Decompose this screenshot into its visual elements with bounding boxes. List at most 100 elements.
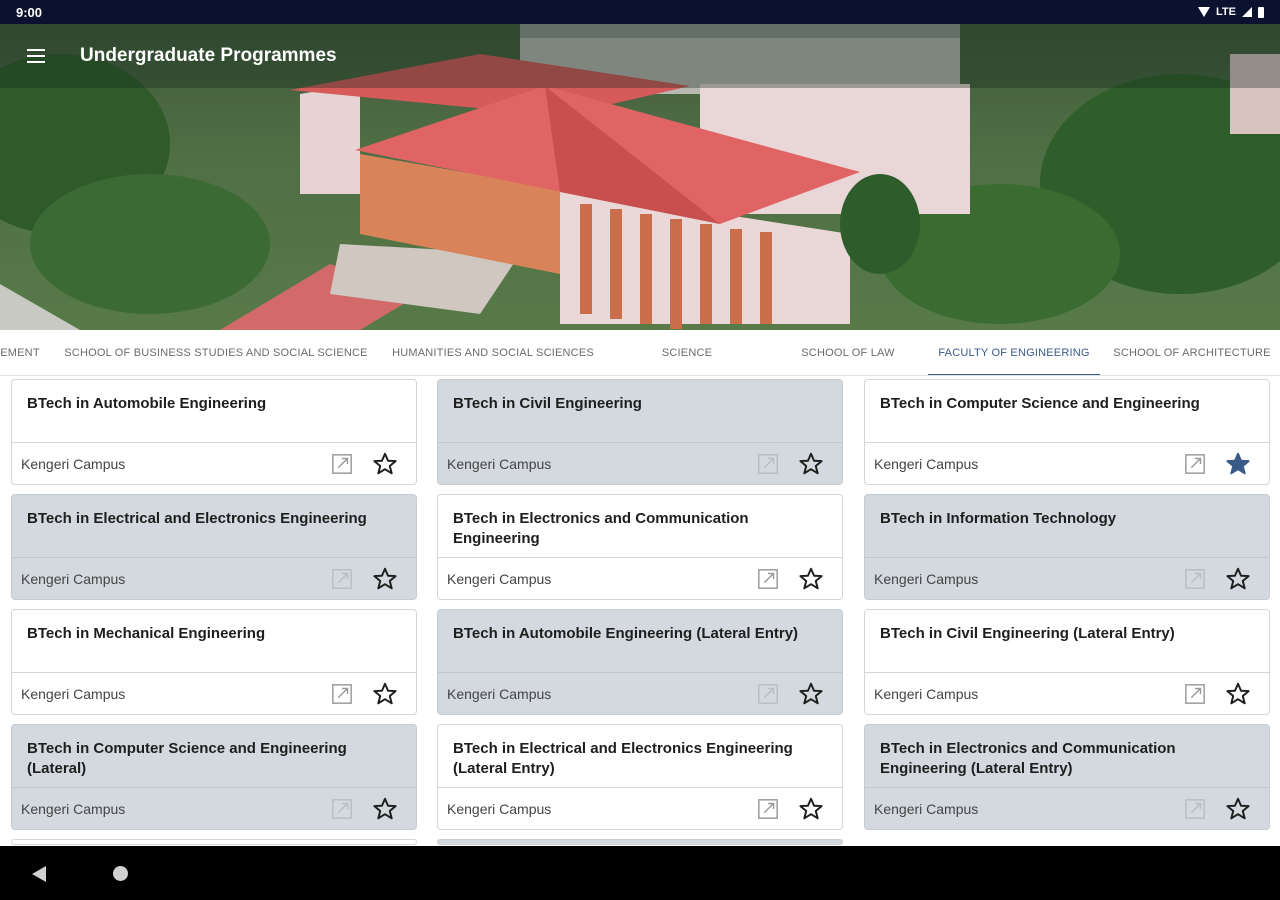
star-icon[interactable] [798,796,824,822]
card-footer: Kengeri Campus [12,672,416,714]
card-footer: Kengeri Campus [438,442,842,484]
programme-title: BTech in Electrical and Electronics Engi… [453,740,793,777]
status-bar: 9:00 LTE [0,0,1280,24]
star-icon[interactable] [798,566,824,592]
star-icon[interactable] [372,566,398,592]
campus-label: Kengeri Campus [874,685,979,702]
programme-title: BTech in Civil Engineering [453,395,642,412]
programme-title: BTech in Civil Engineering (Lateral Entr… [880,625,1175,642]
tab-label: FACULTY OF ENGINEERING [938,347,1090,359]
programme-title: BTech in Computer Science and Engineerin… [880,395,1200,412]
open-in-new-icon[interactable] [331,798,353,820]
programme-card[interactable]: BTech in Computer Science and Engineerin… [864,379,1270,485]
tab-label: EMENT [0,347,40,359]
battery-icon [1258,6,1264,18]
tab-label: SCIENCE [661,347,713,359]
star-icon[interactable] [798,451,824,477]
programme-title: BTech in Computer Science and Engineerin… [27,740,347,777]
app-bar: Undergraduate Programmes [0,24,1280,88]
tab-label: SCHOOL OF BUSINESS STUDIES AND SOCIAL SC… [64,347,368,359]
tab-school-of-architecture[interactable]: SCHOOL OF ARCHITECTURE [1106,330,1278,375]
card-footer: Kengeri Campus [12,787,416,829]
programme-card[interactable]: BTech in Electronics and Communication E… [437,494,843,600]
tab-management[interactable]: EMENT [0,330,42,375]
campus-label: Kengeri Campus [21,685,126,702]
campus-label: Kengeri Campus [21,800,126,817]
campus-label: Kengeri Campus [21,570,126,587]
programme-card[interactable]: BTech in Electrical and Electronics Engi… [11,494,417,600]
star-icon[interactable] [372,796,398,822]
campus-label: Kengeri Campus [874,455,979,472]
tab-humanities[interactable]: HUMANITIES AND SOCIAL SCIENCES [384,330,602,375]
programme-card[interactable]: BTech in Computer Science and Engineerin… [11,724,417,830]
home-icon[interactable] [113,866,128,881]
star-icon[interactable] [372,681,398,707]
star-icon[interactable] [1225,796,1251,822]
tab-label: SCHOOL OF LAW [801,347,895,359]
campus-label: Kengeri Campus [447,800,552,817]
tab-business-studies[interactable]: SCHOOL OF BUSINESS STUDIES AND SOCIAL SC… [60,330,372,375]
open-in-new-icon[interactable] [1184,453,1206,475]
star-icon[interactable] [1225,566,1251,592]
star-icon[interactable] [1225,681,1251,707]
programme-card[interactable]: BTech in Automobile Engineering Kengeri … [11,379,417,485]
open-in-new-icon[interactable] [1184,683,1206,705]
programme-card[interactable]: BTech in Civil Engineering Kengeri Campu… [437,379,843,485]
wifi-icon [1198,7,1211,17]
back-icon[interactable] [32,866,46,882]
card-footer: Kengeri Campus [865,442,1269,484]
programme-card-partial[interactable] [437,839,843,845]
star-filled-icon[interactable] [1225,451,1251,477]
open-in-new-icon[interactable] [331,683,353,705]
card-footer: Kengeri Campus [438,672,842,714]
status-icons: LTE [1198,6,1264,18]
programme-title: BTech in Electronics and Communication E… [453,510,749,547]
programme-card[interactable]: BTech in Automobile Engineering (Lateral… [437,609,843,715]
tab-school-of-law[interactable]: SCHOOL OF LAW [790,330,906,375]
open-in-new-icon[interactable] [1184,568,1206,590]
campus-label: Kengeri Campus [874,800,979,817]
signal-icon [1242,7,1252,17]
tab-label: SCHOOL OF ARCHITECTURE [1113,347,1271,359]
open-in-new-icon[interactable] [757,453,779,475]
system-nav-bar [0,846,1280,900]
card-footer: Kengeri Campus [438,787,842,829]
programme-card[interactable]: BTech in Electrical and Electronics Engi… [437,724,843,830]
network-type: LTE [1216,6,1236,18]
card-footer: Kengeri Campus [865,787,1269,829]
campus-label: Kengeri Campus [21,455,126,472]
programme-grid: BTech in Automobile Engineering Kengeri … [0,376,1280,846]
programme-card[interactable]: BTech in Electronics and Communication E… [864,724,1270,830]
star-icon[interactable] [798,681,824,707]
tab-science[interactable]: SCIENCE [640,330,734,375]
programme-card[interactable]: BTech in Mechanical Engineering Kengeri … [11,609,417,715]
programme-card-partial[interactable] [11,839,417,845]
tab-faculty-of-engineering[interactable]: FACULTY OF ENGINEERING [928,330,1100,375]
star-icon[interactable] [372,451,398,477]
open-in-new-icon[interactable] [1184,798,1206,820]
programme-title: BTech in Mechanical Engineering [27,625,266,642]
school-tabs: EMENT SCHOOL OF BUSINESS STUDIES AND SOC… [0,330,1280,376]
card-footer: Kengeri Campus [12,442,416,484]
programme-card[interactable]: BTech in Information Technology Kengeri … [864,494,1270,600]
programme-title: BTech in Electronics and Communication E… [880,740,1176,777]
programme-title: BTech in Information Technology [880,510,1117,527]
programme-title: BTech in Electrical and Electronics Engi… [27,510,367,527]
open-in-new-icon[interactable] [331,568,353,590]
page-title: Undergraduate Programmes [80,45,337,66]
card-footer: Kengeri Campus [12,557,416,599]
campus-label: Kengeri Campus [447,455,552,472]
programme-title: BTech in Automobile Engineering [27,395,267,412]
open-in-new-icon[interactable] [757,683,779,705]
open-in-new-icon[interactable] [331,453,353,475]
status-time: 9:00 [16,4,43,20]
open-in-new-icon[interactable] [757,568,779,590]
card-footer: Kengeri Campus [865,557,1269,599]
card-footer: Kengeri Campus [865,672,1269,714]
programme-title: BTech in Automobile Engineering (Lateral… [453,625,799,642]
card-footer: Kengeri Campus [438,557,842,599]
campus-label: Kengeri Campus [447,685,552,702]
programme-card[interactable]: BTech in Civil Engineering (Lateral Entr… [864,609,1270,715]
open-in-new-icon[interactable] [757,798,779,820]
hamburger-menu-icon[interactable] [0,24,72,88]
